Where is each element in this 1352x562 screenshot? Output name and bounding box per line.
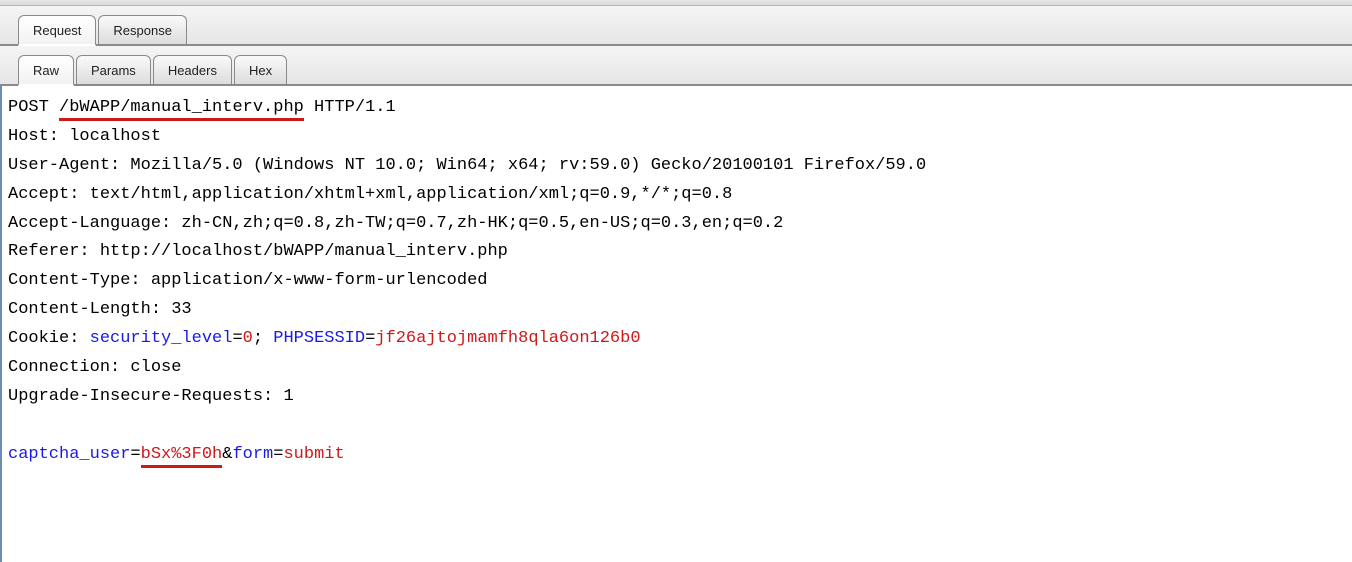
request-line: POST /bWAPP/manual_interv.php HTTP/1.1 (8, 94, 1346, 123)
subtab-headers[interactable]: Headers (153, 55, 232, 84)
cookie-key-phpsessid: PHPSESSID (273, 329, 365, 348)
blank-line (8, 412, 1346, 441)
cookie-eq: = (232, 329, 242, 348)
header-content-type: Content-Type: application/x-www-form-url… (8, 267, 1346, 296)
cookie-key-security-level: security_level (90, 329, 233, 348)
body-eq: = (130, 445, 140, 464)
raw-request-editor[interactable]: POST /bWAPP/manual_interv.php HTTP/1.1Ho… (0, 86, 1352, 562)
subtab-params[interactable]: Params (76, 55, 151, 84)
request-body: captcha_user=bSx%3F0h&form=submit (8, 441, 1346, 470)
http-editor: Request Response Raw Params Headers Hex … (0, 0, 1352, 562)
body-amp: & (222, 445, 232, 464)
cookie-label: Cookie: (8, 329, 90, 348)
header-upgrade-insecure: Upgrade-Insecure-Requests: 1 (8, 383, 1346, 412)
subtab-raw[interactable]: Raw (18, 55, 74, 86)
body-val-form: submit (283, 445, 344, 464)
main-tab-bar: Request Response (0, 6, 1352, 46)
header-host: Host: localhost (8, 123, 1346, 152)
cookie-val-phpsessid: jf26ajtojmamfh8qla6on126b0 (375, 329, 640, 348)
body-key-form: form (232, 445, 273, 464)
header-user-agent: User-Agent: Mozilla/5.0 (Windows NT 10.0… (8, 152, 1346, 181)
body-val-captcha-user: bSx%3F0h (141, 445, 223, 468)
header-accept-language: Accept-Language: zh-CN,zh;q=0.8,zh-TW;q=… (8, 210, 1346, 239)
subtab-hex[interactable]: Hex (234, 55, 287, 84)
header-connection: Connection: close (8, 354, 1346, 383)
cookie-sep: ; (253, 329, 273, 348)
header-content-length: Content-Length: 33 (8, 296, 1346, 325)
request-path: /bWAPP/manual_interv.php (59, 98, 304, 121)
sub-tab-bar: Raw Params Headers Hex (0, 46, 1352, 86)
body-key-captcha-user: captcha_user (8, 445, 130, 464)
header-referer: Referer: http://localhost/bWAPP/manual_i… (8, 238, 1346, 267)
cookie-eq: = (365, 329, 375, 348)
body-eq: = (273, 445, 283, 464)
http-version: HTTP/1.1 (304, 98, 396, 117)
tab-request[interactable]: Request (18, 15, 96, 46)
http-method: POST (8, 98, 59, 117)
header-cookie: Cookie: security_level=0; PHPSESSID=jf26… (8, 325, 1346, 354)
cookie-val-security-level: 0 (243, 329, 253, 348)
tab-response[interactable]: Response (98, 15, 187, 44)
header-accept: Accept: text/html,application/xhtml+xml,… (8, 181, 1346, 210)
